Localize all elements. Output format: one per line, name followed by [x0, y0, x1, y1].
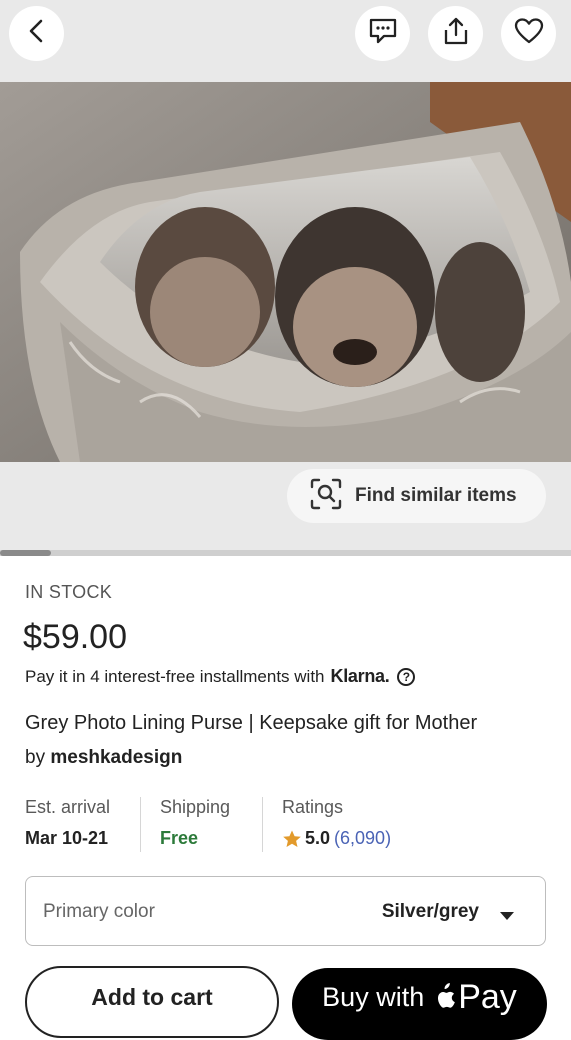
installments-text: Pay it in 4 interest-free installments w… [25, 666, 325, 686]
by-prefix: by [25, 747, 46, 768]
share-icon [441, 16, 471, 51]
star-icon [282, 829, 302, 849]
chevron-left-icon [24, 18, 50, 49]
back-button[interactable] [9, 6, 64, 61]
primary-color-label: Primary color [43, 901, 155, 922]
apple-pay-button[interactable]: Buy with Pay [292, 968, 547, 1040]
shop-byline: by meshkadesign [25, 747, 182, 769]
shipping-value: Free [160, 828, 199, 848]
ratings-label: Ratings [282, 797, 344, 817]
ratings-count[interactable]: (6,090) [334, 828, 391, 849]
heart-icon [514, 17, 544, 50]
listing-title: Grey Photo Lining Purse | Keepsake gift … [25, 712, 478, 734]
ratings-value: 5.0 [305, 828, 331, 848]
arrival-label: Est. arrival [25, 797, 111, 817]
find-similar-label: Find similar items [355, 485, 517, 506]
message-seller-button[interactable] [355, 6, 410, 61]
divider [140, 797, 141, 852]
divider [262, 797, 263, 852]
caret-down-icon [499, 908, 515, 926]
arrival-value: Mar 10-21 [25, 828, 109, 848]
visual-search-icon [309, 477, 343, 516]
product-photo[interactable] [0, 82, 571, 462]
shipping-info: Shipping Free [160, 797, 230, 849]
gallery-scroll-track[interactable] [0, 550, 571, 556]
primary-color-select[interactable]: Primary color Silver/grey [25, 876, 546, 946]
favorite-button[interactable] [501, 6, 556, 61]
apple-logo-icon [432, 983, 456, 1011]
ratings-info[interactable]: Ratings 5.0 (6,090) [282, 797, 391, 849]
gallery-scroll-thumb[interactable] [0, 550, 51, 556]
message-icon [368, 17, 398, 50]
purse-photo-illustration [0, 82, 571, 462]
pay-label: Pay [458, 977, 517, 1016]
arrival-info: Est. arrival Mar 10-21 [25, 797, 110, 849]
add-to-cart-button[interactable]: Add to cart [25, 966, 279, 1038]
buy-with-label: Buy with [322, 981, 425, 1012]
price: $59.00 [23, 618, 127, 656]
top-bar [0, 0, 571, 82]
find-similar-button[interactable]: Find similar items [287, 469, 546, 523]
share-button[interactable] [428, 6, 483, 61]
primary-color-value: Silver/grey [381, 901, 479, 922]
shipping-label: Shipping [160, 797, 231, 817]
ratings-row: 5.0 (6,090) [282, 828, 391, 849]
stock-status: IN STOCK [25, 582, 113, 602]
shop-name-link[interactable]: meshkadesign [50, 747, 182, 768]
klarna-installments[interactable]: Pay it in 4 interest-free installments w… [25, 666, 416, 687]
help-icon[interactable]: ? [397, 667, 416, 686]
klarna-logo: Klarna. [330, 666, 390, 686]
